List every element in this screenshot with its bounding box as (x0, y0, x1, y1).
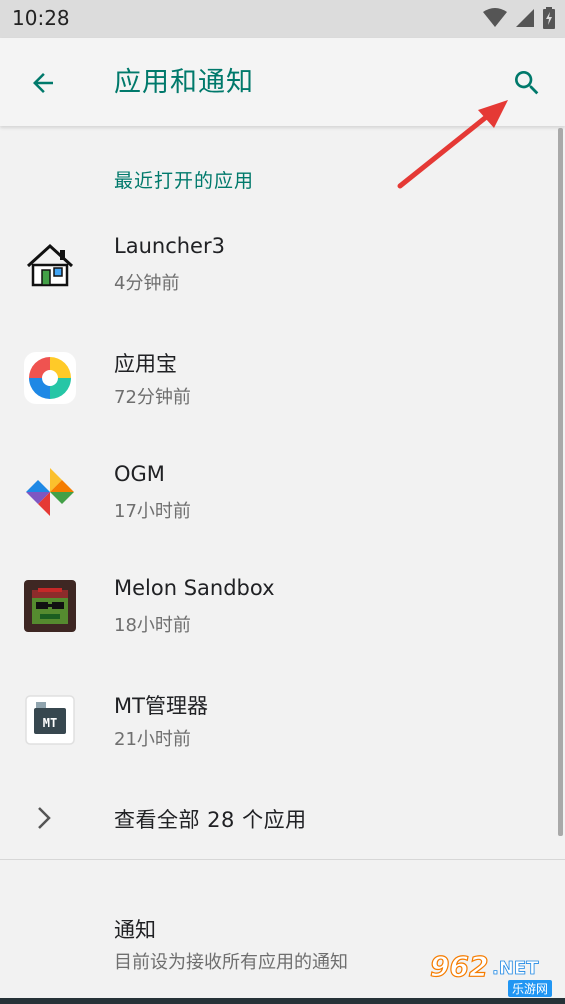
app-row-launcher3[interactable]: Launcher3 4分钟前 (0, 214, 552, 314)
svg-text:MT: MT (43, 716, 57, 730)
status-time: 10:28 (12, 6, 70, 30)
back-button[interactable] (18, 58, 68, 108)
bottom-edge (0, 998, 565, 1004)
yingyongbao-icon (24, 352, 76, 404)
app-last-used: 4分钟前 (114, 273, 180, 294)
section-header-recent-apps: 最近打开的应用 (114, 170, 255, 192)
app-last-used: 72分钟前 (114, 387, 191, 408)
see-all-apps-label: 查看全部 28 个应用 (114, 808, 307, 832)
app-row-mt-manager[interactable]: MT MT管理器 21小时前 (0, 670, 552, 770)
status-bar: 10:28 (0, 0, 565, 38)
app-last-used: 18小时前 (114, 615, 191, 636)
svg-text:962: 962 (430, 950, 488, 982)
app-row-yingyongbao[interactable]: 应用宝 72分钟前 (0, 328, 552, 428)
app-name: 应用宝 (114, 352, 177, 376)
battery-icon (543, 7, 555, 29)
watermark-logo: 962 .NET (429, 949, 539, 983)
app-name: Melon Sandbox (114, 576, 275, 600)
wifi-icon (483, 8, 507, 27)
see-all-apps-button[interactable]: 查看全部 28 个应用 (0, 780, 552, 856)
svg-text:.NET: .NET (492, 958, 539, 979)
ogm-pinwheel-icon (26, 468, 74, 516)
notifications-summary: 目前设为接收所有应用的通知 (114, 952, 348, 973)
watermark: 962 .NET 乐游网 (426, 948, 560, 1000)
app-last-used: 21小时前 (114, 729, 191, 750)
annotation-arrow (397, 100, 508, 189)
watermark-text: 乐游网 (507, 980, 552, 997)
launcher3-icon (26, 243, 74, 287)
chevron-right-icon (38, 807, 51, 829)
app-name: Launcher3 (114, 234, 225, 258)
notifications-title: 通知 (114, 918, 156, 942)
divider (0, 859, 565, 860)
melon-sandbox-icon (24, 580, 76, 632)
app-name: OGM (114, 462, 165, 486)
signal-icon (516, 9, 534, 27)
app-row-ogm[interactable]: OGM 17小时前 (0, 442, 552, 542)
arrow-back-icon (33, 73, 53, 93)
page-title: 应用和通知 (114, 67, 254, 98)
status-icons (483, 7, 555, 29)
scrollbar[interactable] (558, 128, 563, 836)
app-name: MT管理器 (114, 694, 208, 718)
app-last-used: 17小时前 (114, 501, 191, 522)
mt-manager-icon: MT (25, 695, 75, 745)
app-row-melon-sandbox[interactable]: Melon Sandbox 18小时前 (0, 556, 552, 656)
